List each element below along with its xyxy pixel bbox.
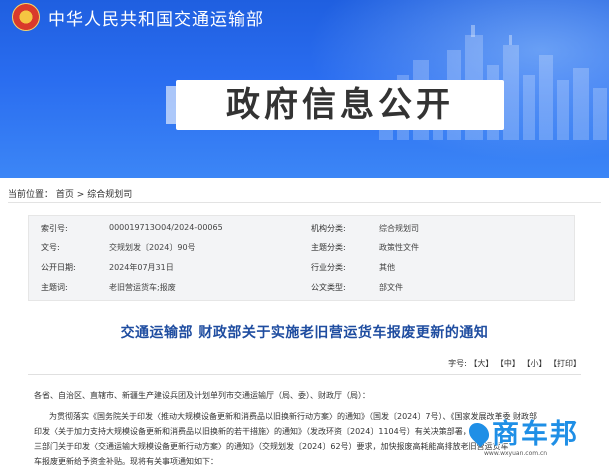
document-title: 交通运输部 财政部关于实施老旧营运货车报废更新的通知 xyxy=(120,325,489,341)
banner-title: 政府信息公开 xyxy=(166,80,504,130)
watermark-logo: 商车邦 xyxy=(492,419,579,450)
header-banner: 中华人民共和国交通运输部 政府信息公开 xyxy=(0,0,609,178)
info-key: 主题分类: xyxy=(311,243,346,252)
title-divider xyxy=(28,374,581,375)
info-row-keywords: 主题词: 老旧营运货车;报废 公文类型: 部文件 xyxy=(29,282,574,301)
breadcrumb-separator: > xyxy=(76,190,85,200)
info-value: 老旧营运货车;报废 xyxy=(109,283,176,292)
breadcrumb-home-link[interactable]: 首页 xyxy=(56,190,74,200)
addressee: 各省、自治区、直辖市、新疆生产建设兵团及计划单列市交通运输厅（局、委）、财政厅（… xyxy=(34,391,370,400)
font-medium-button[interactable]: 【中】 xyxy=(496,359,520,368)
font-size-toolbar: 字号: 【大】 【中】 【小】 【打印】 xyxy=(448,358,581,369)
watermark: 商车邦 www.wxyuan.com.cn xyxy=(464,412,606,464)
breadcrumb-department-link[interactable]: 综合规划司 xyxy=(87,190,132,200)
watermark-url: www.wxyuan.com.cn xyxy=(484,450,548,457)
info-key: 公文类型: xyxy=(311,283,346,292)
info-key: 行业分类: xyxy=(311,263,346,272)
info-row-index: 索引号: 000019713O04/2024-00065 机构分类: 综合规划司 xyxy=(29,223,574,242)
info-key: 机构分类: xyxy=(311,224,346,233)
info-value: 其他 xyxy=(379,263,395,272)
info-value: 2024年07月31日 xyxy=(109,263,174,272)
info-key: 文号: xyxy=(41,243,60,252)
font-small-button[interactable]: 【小】 xyxy=(522,359,546,368)
location-pin-icon xyxy=(464,418,494,448)
font-large-button[interactable]: 【大】 xyxy=(469,359,493,368)
info-value: 000019713O04/2024-00065 xyxy=(109,223,223,232)
info-row-date: 公开日期: 2024年07月31日 行业分类: 其他 xyxy=(29,262,574,281)
document-info-table: 索引号: 000019713O04/2024-00065 机构分类: 综合规划司… xyxy=(28,215,575,301)
info-value: 部文件 xyxy=(379,283,403,292)
breadcrumb: 当前位置： 首页 > 综合规划司 xyxy=(8,187,132,200)
info-key: 公开日期: xyxy=(41,263,76,272)
info-value: 交规划发〔2024〕90号 xyxy=(109,243,196,252)
info-value: 政策性文件 xyxy=(379,243,419,252)
print-button[interactable]: 【打印】 xyxy=(549,359,581,368)
info-value: 综合规划司 xyxy=(379,224,419,233)
font-size-label: 字号: xyxy=(448,359,467,368)
info-row-docnumber: 文号: 交规划发〔2024〕90号 主题分类: 政策性文件 xyxy=(29,242,574,261)
national-emblem-icon xyxy=(12,3,40,31)
breadcrumb-divider xyxy=(8,202,601,203)
info-key: 主题词: xyxy=(41,283,68,292)
breadcrumb-label: 当前位置： xyxy=(8,190,54,200)
ministry-name[interactable]: 中华人民共和国交通运输部 xyxy=(48,5,264,30)
info-key: 索引号: xyxy=(41,224,68,233)
